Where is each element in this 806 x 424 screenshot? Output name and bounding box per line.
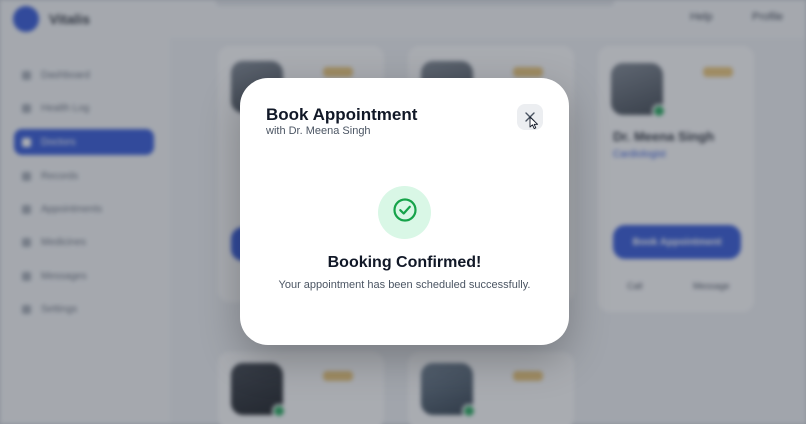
modal-subtitle: with Dr. Meena Singh xyxy=(266,125,371,137)
success-badge xyxy=(378,186,431,239)
booking-modal: Book Appointment with Dr. Meena Singh Bo… xyxy=(240,78,569,345)
success-title: Booking Confirmed! xyxy=(327,254,482,271)
success-message: Your appointment has been scheduled succ… xyxy=(278,279,531,291)
mouse-cursor-icon xyxy=(529,116,539,135)
check-circle-icon xyxy=(392,197,418,228)
modal-title: Book Appointment xyxy=(266,105,418,124)
